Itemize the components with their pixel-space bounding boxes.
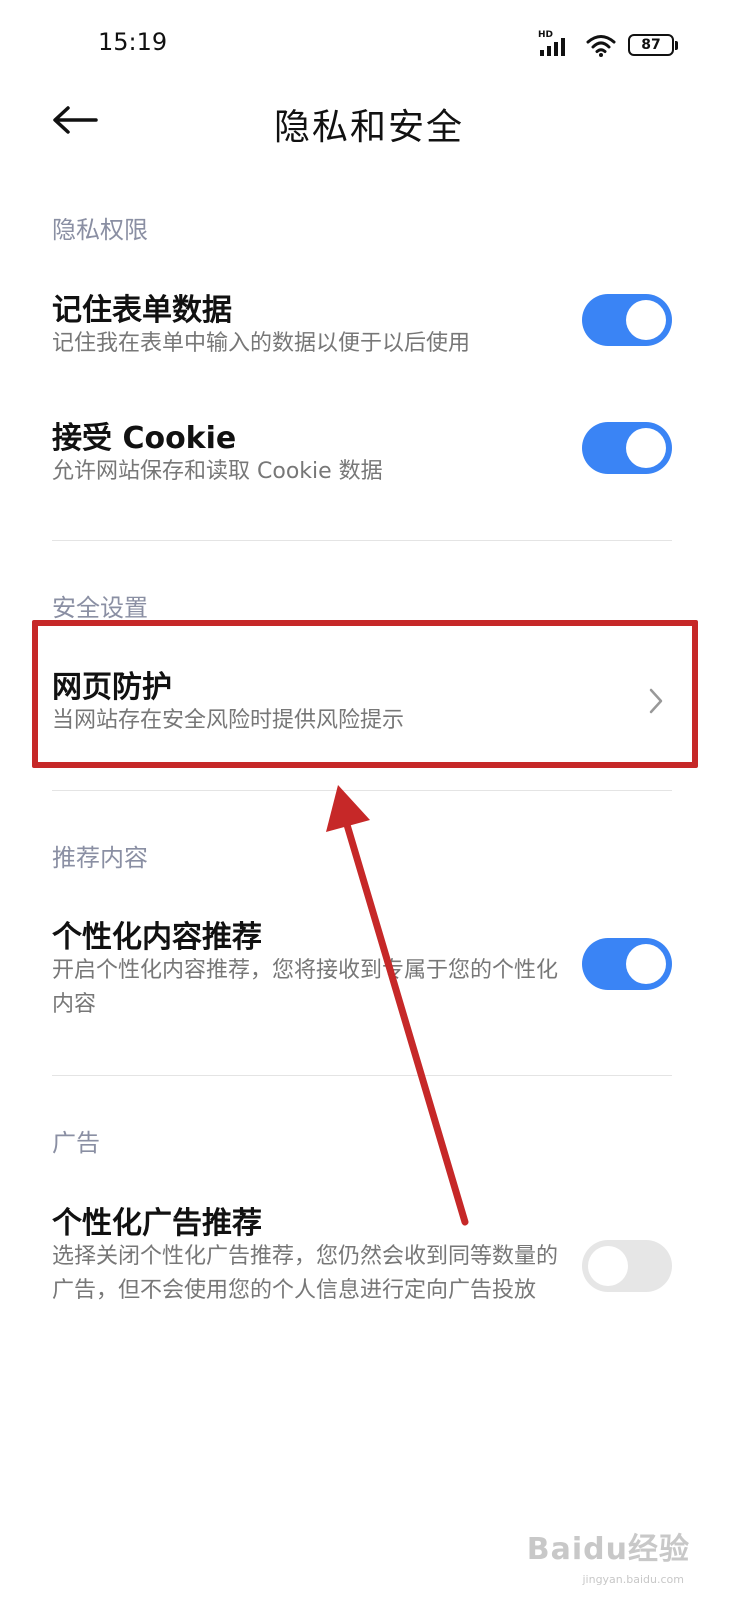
status-time: 15:19	[98, 28, 168, 56]
status-bar: 15:19 HD 87	[0, 0, 738, 90]
accept-cookie-toggle[interactable]	[582, 422, 672, 474]
personalized-content-toggle[interactable]	[582, 938, 672, 990]
row-title: 个性化内容推荐	[52, 920, 262, 955]
section-header-recommend: 推荐内容	[52, 844, 148, 872]
header: 隐私和安全	[0, 90, 738, 160]
row-description: 记住我在表单中输入的数据以便于以后使用	[52, 331, 471, 356]
section-header-security: 安全设置	[52, 594, 148, 622]
row-title: 接受 Cookie	[52, 421, 237, 456]
divider	[52, 1075, 672, 1076]
signal-icon: HD	[538, 30, 574, 58]
personalized-ads-toggle[interactable]	[582, 1240, 672, 1292]
row-description: 开启个性化内容推荐，您将接收到专属于您的个性化内容	[52, 958, 559, 1017]
row-title: 记住表单数据	[52, 293, 232, 328]
battery-icon: 87	[628, 34, 678, 56]
remember-form-toggle[interactable]	[582, 294, 672, 346]
watermark-domain: jingyan.baidu.com	[582, 1573, 684, 1586]
battery-level: 87	[628, 34, 674, 56]
status-icons: HD 87	[538, 30, 678, 60]
row-description: 选择关闭个性化广告推荐，您仍然会收到同等数量的广告，但不会使用您的个人信息进行定…	[52, 1244, 559, 1303]
section-header-ads: 广告	[52, 1129, 100, 1157]
watermark-logo: Baidu经验	[526, 1532, 690, 1567]
divider	[52, 540, 672, 541]
divider	[52, 790, 672, 791]
highlight-box	[32, 620, 698, 768]
section-header-privacy: 隐私权限	[52, 216, 148, 244]
page-title: 隐私和安全	[273, 107, 464, 148]
wifi-icon	[586, 33, 616, 57]
row-title: 个性化广告推荐	[52, 1206, 262, 1241]
row-description: 允许网站保存和读取 Cookie 数据	[52, 459, 383, 484]
